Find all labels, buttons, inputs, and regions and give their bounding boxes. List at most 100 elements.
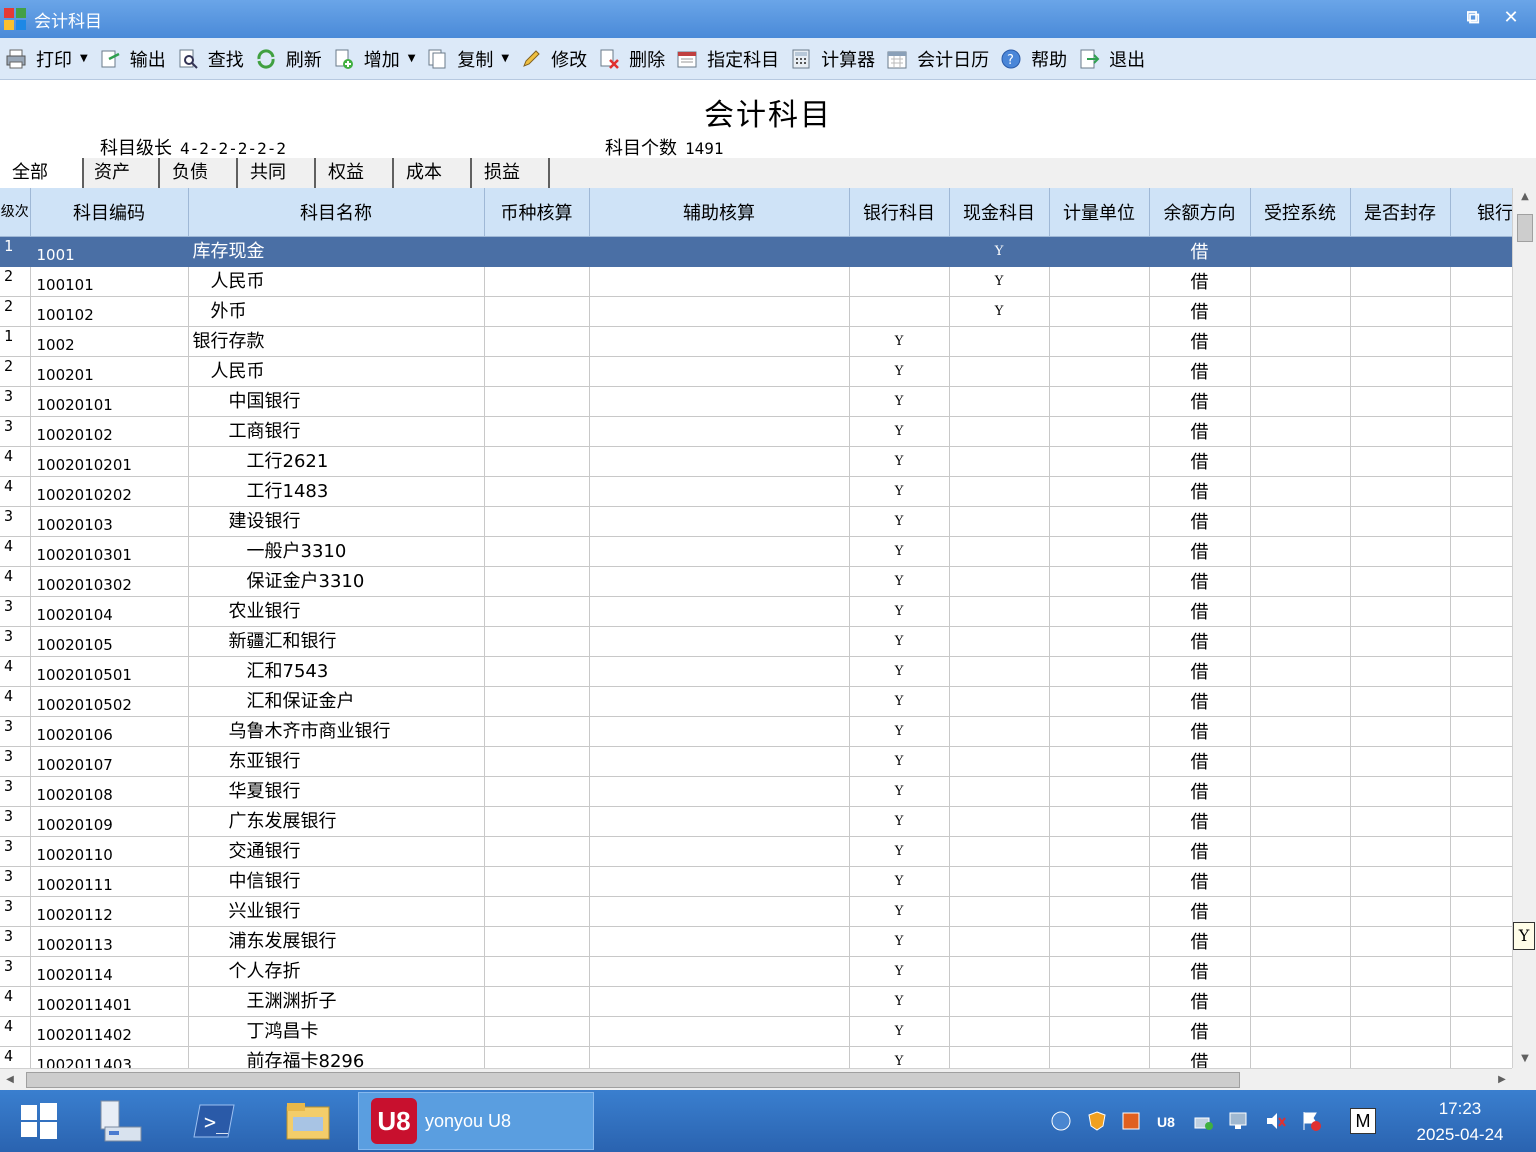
column-header-5[interactable]: 银行科目 (849, 188, 950, 237)
cell-bank[interactable]: Y (1450, 566, 1512, 597)
cell-bank[interactable]: Y (1450, 746, 1512, 777)
cell-unit[interactable] (1049, 986, 1150, 1017)
cell-bank-account[interactable]: Y (849, 356, 950, 387)
cell-cash-account[interactable] (949, 1016, 1050, 1047)
cell-cash-account[interactable] (949, 476, 1050, 507)
table-row[interactable]: 310020102工商银行 Y 借 Y (0, 416, 1512, 447)
cell-level[interactable]: 4 (0, 566, 31, 597)
dropdown-caret-icon[interactable]: ▼ (80, 53, 88, 64)
server-manager-button[interactable] (92, 1094, 148, 1148)
cell-balance-direction[interactable]: 借 (1149, 656, 1251, 687)
cell-level[interactable]: 3 (0, 626, 31, 657)
system-clock[interactable]: 17:23 2025-04-24 (1400, 1096, 1520, 1148)
cell-account-code[interactable]: 1002011401 (30, 986, 189, 1017)
cell-balance-direction[interactable]: 借 (1149, 956, 1251, 987)
dropdown-caret-icon[interactable]: ▼ (408, 53, 416, 64)
toolbar-button-4[interactable]: 增加 ▼ (332, 43, 416, 75)
column-header-7[interactable]: 计量单位 (1049, 188, 1150, 237)
cell-bank-account[interactable]: Y (849, 986, 950, 1017)
cell-auxiliary[interactable] (589, 656, 850, 687)
cell-unit[interactable] (1049, 266, 1150, 297)
cell-controlled-system[interactable] (1250, 746, 1351, 777)
cell-cash-account[interactable] (949, 956, 1050, 987)
cell-unit[interactable] (1049, 296, 1150, 327)
table-row[interactable]: 41002010201工行2621 Y 借 Y (0, 446, 1512, 477)
cell-balance-direction[interactable]: 借 (1149, 716, 1251, 747)
monitor-tray-icon[interactable] (1228, 1110, 1250, 1132)
cell-auxiliary[interactable] (589, 776, 850, 807)
cell-currency[interactable] (484, 926, 590, 957)
cell-bank[interactable]: Y (1450, 956, 1512, 987)
column-header-0[interactable]: 级次 (0, 188, 31, 237)
cell-cash-account[interactable] (949, 536, 1050, 567)
cell-account-name[interactable]: 工商银行 (188, 416, 485, 447)
cell-account-name[interactable]: 中信银行 (188, 866, 485, 897)
cell-auxiliary[interactable] (589, 956, 850, 987)
column-header-1[interactable]: 科目编码 (30, 188, 189, 237)
cell-balance-direction[interactable]: 借 (1149, 296, 1251, 327)
cell-controlled-system[interactable] (1250, 926, 1351, 957)
cell-account-name[interactable]: 王渊渊折子 (188, 986, 485, 1017)
cell-sealed[interactable] (1350, 1046, 1451, 1068)
cell-cash-account[interactable] (949, 506, 1050, 537)
cell-auxiliary[interactable] (589, 896, 850, 927)
cell-auxiliary[interactable] (589, 986, 850, 1017)
cell-sealed[interactable] (1350, 836, 1451, 867)
cell-account-name[interactable]: 新疆汇和银行 (188, 626, 485, 657)
cell-sealed[interactable] (1350, 1016, 1451, 1047)
cell-bank-account[interactable] (849, 296, 950, 327)
cell-currency[interactable] (484, 356, 590, 387)
cell-sealed[interactable] (1350, 806, 1451, 837)
column-header-9[interactable]: 受控系统 (1250, 188, 1351, 237)
cell-bank[interactable]: Y (1450, 986, 1512, 1017)
cell-level[interactable]: 3 (0, 806, 31, 837)
cell-unit[interactable] (1049, 776, 1150, 807)
table-row[interactable]: 310020105新疆汇和银行 Y 借 Y (0, 626, 1512, 657)
cell-level[interactable]: 3 (0, 866, 31, 897)
cell-unit[interactable] (1049, 236, 1150, 267)
cell-level[interactable]: 3 (0, 716, 31, 747)
cell-sealed[interactable] (1350, 656, 1451, 687)
taskbar-yonyou-u8[interactable]: U8 yonyou U8 (358, 1092, 594, 1150)
cell-balance-direction[interactable]: 借 (1149, 806, 1251, 837)
cell-bank[interactable]: Y (1450, 506, 1512, 537)
toolbar-button-0[interactable]: 打印 ▼ (4, 43, 88, 75)
table-row[interactable]: 41002010501汇和7543 Y 借 Y (0, 656, 1512, 687)
cell-bank[interactable]: Y (1450, 776, 1512, 807)
cell-currency[interactable] (484, 506, 590, 537)
cell-unit[interactable] (1049, 416, 1150, 447)
cell-sealed[interactable] (1350, 686, 1451, 717)
cell-cash-account[interactable] (949, 896, 1050, 927)
toolbar-button-10[interactable]: 会计日历 (885, 43, 989, 75)
cell-auxiliary[interactable] (589, 716, 850, 747)
cell-cash-account[interactable] (949, 446, 1050, 477)
toolbar-button-1[interactable]: 输出 (98, 43, 166, 75)
cell-level[interactable]: 3 (0, 596, 31, 627)
toolbar-button-8[interactable]: 指定科目 (675, 43, 779, 75)
horizontal-scroll-thumb[interactable] (26, 1072, 1240, 1088)
cell-account-name[interactable]: 华夏银行 (188, 776, 485, 807)
cell-controlled-system[interactable] (1250, 236, 1351, 267)
cell-bank-account[interactable]: Y (849, 776, 950, 807)
cell-bank-account[interactable]: Y (849, 626, 950, 657)
cell-controlled-system[interactable] (1250, 506, 1351, 537)
cell-unit[interactable] (1049, 656, 1150, 687)
cell-unit[interactable] (1049, 536, 1150, 567)
cell-balance-direction[interactable]: 借 (1149, 776, 1251, 807)
cell-sealed[interactable] (1350, 896, 1451, 927)
cell-sealed[interactable] (1350, 386, 1451, 417)
cell-currency[interactable] (484, 776, 590, 807)
cell-bank[interactable]: Y (1450, 446, 1512, 477)
cell-bank[interactable]: Y (1450, 536, 1512, 567)
cell-account-name[interactable]: 个人存折 (188, 956, 485, 987)
cell-level[interactable]: 3 (0, 386, 31, 417)
cell-bank[interactable]: Y (1450, 926, 1512, 957)
cell-cash-account[interactable] (949, 326, 1050, 357)
cell-auxiliary[interactable] (589, 506, 850, 537)
file-explorer-button[interactable] (280, 1094, 336, 1148)
column-header-2[interactable]: 科目名称 (188, 188, 485, 237)
cell-balance-direction[interactable]: 借 (1149, 386, 1251, 417)
cell-currency[interactable] (484, 596, 590, 627)
cell-level[interactable]: 2 (0, 356, 31, 387)
toolbar-button-12[interactable]: 退出 (1077, 43, 1145, 75)
